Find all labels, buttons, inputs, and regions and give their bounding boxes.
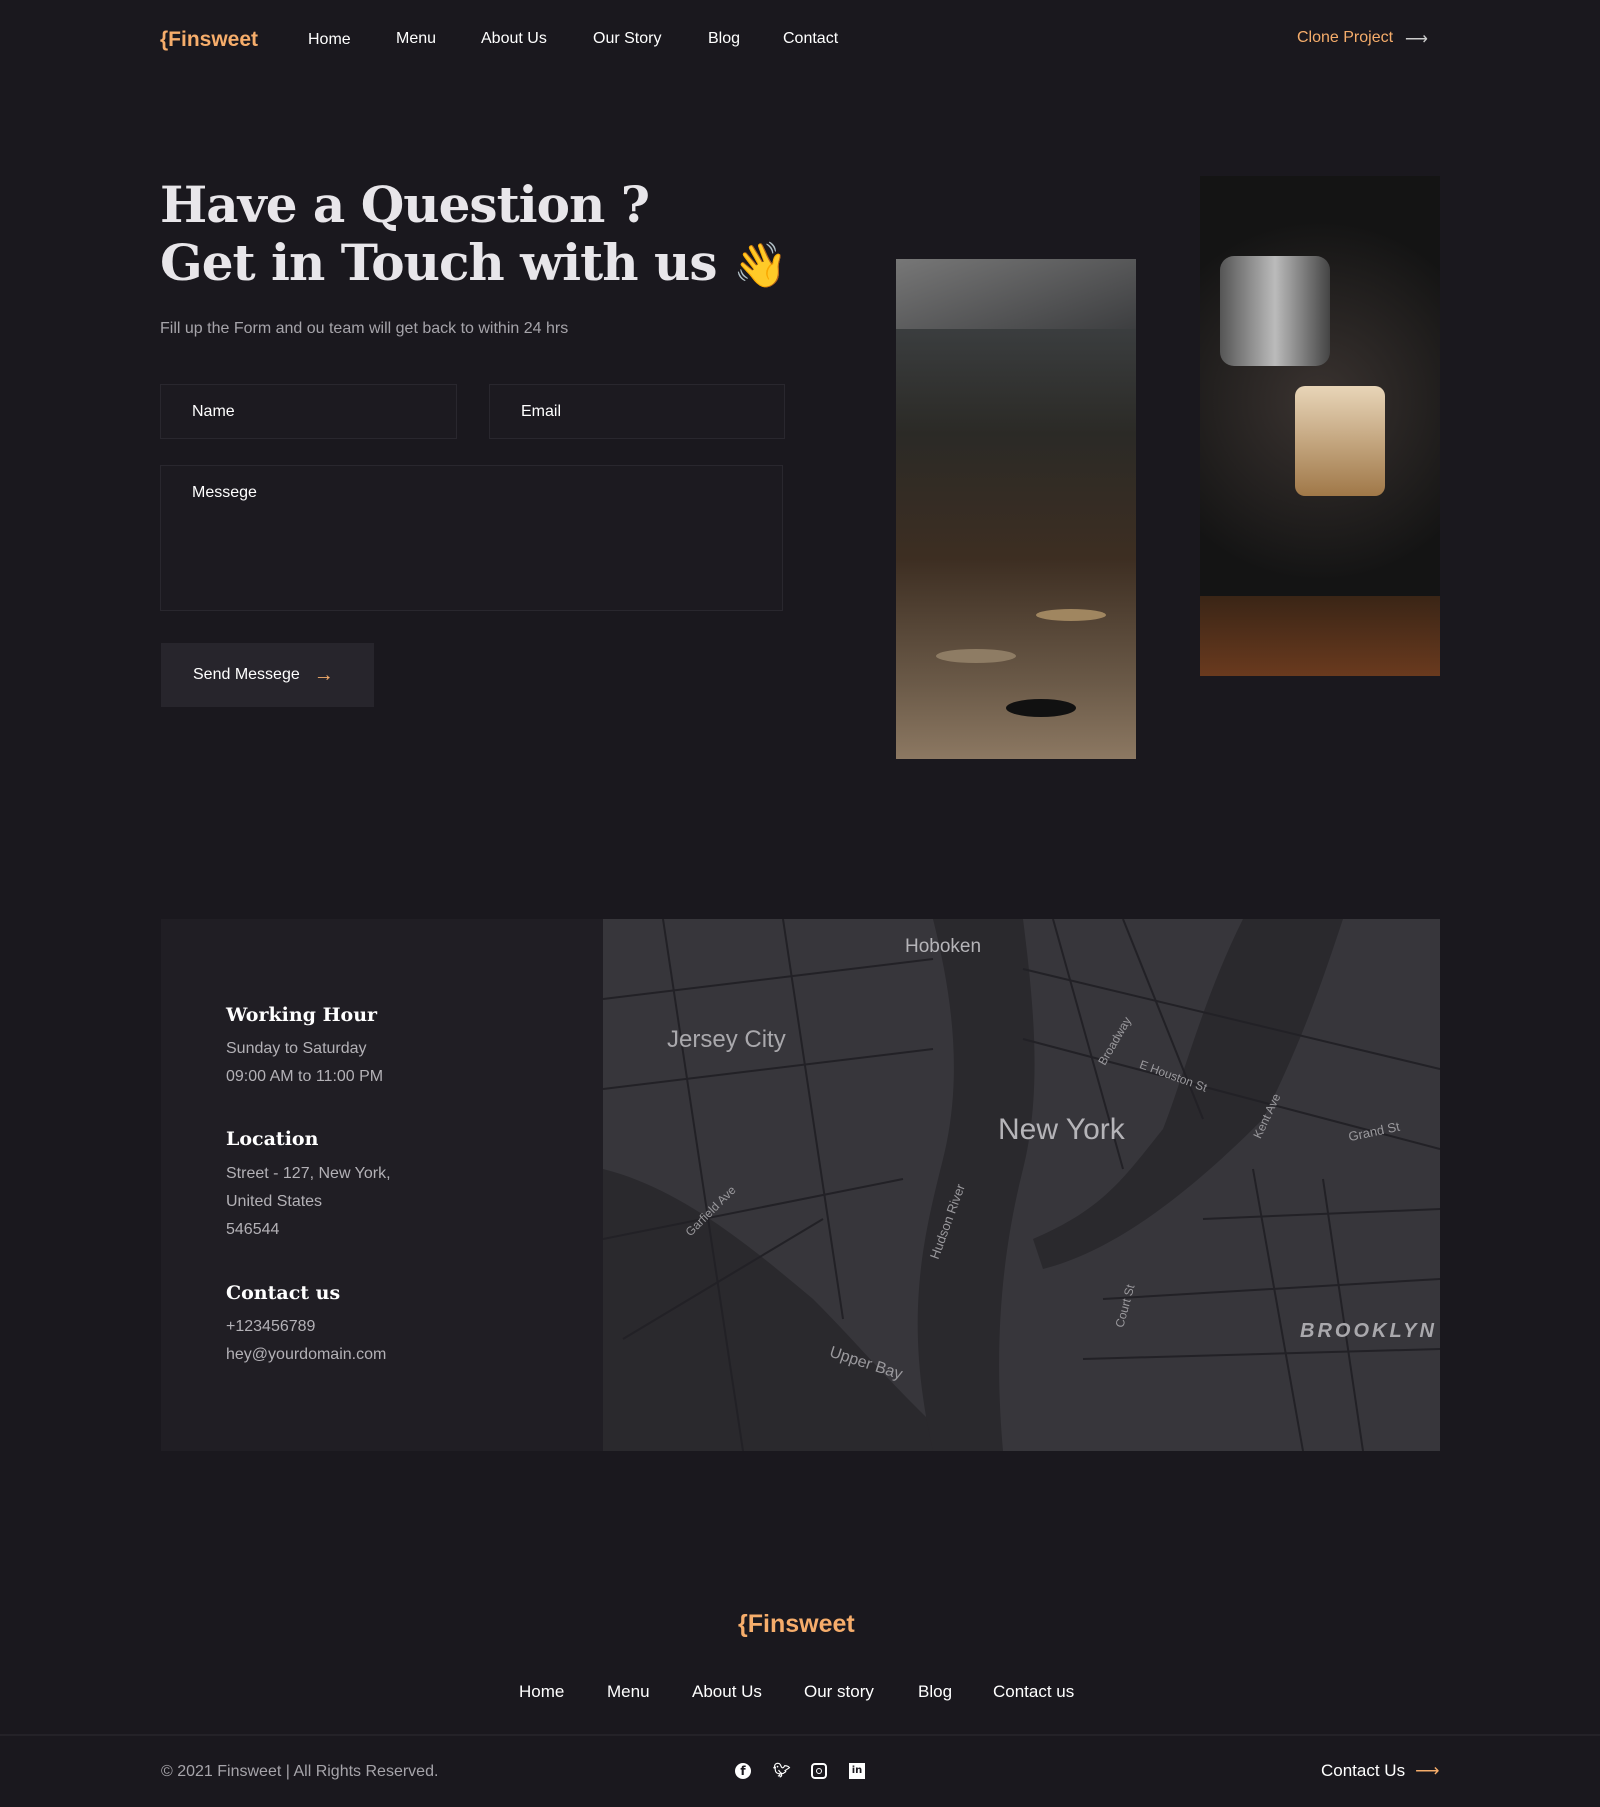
nav-about[interactable]: About Us xyxy=(481,30,547,48)
address-line2: United States xyxy=(226,1193,323,1210)
contact-info-panel: Working Hour Sunday to Saturday 09:00 AM… xyxy=(161,919,603,1451)
clone-project-link[interactable]: Clone Project ⟶ xyxy=(1297,29,1428,49)
address-line1: Street - 127, New York, xyxy=(226,1165,391,1182)
footer-contact[interactable]: Contact us xyxy=(993,1682,1074,1702)
title-line2: Get in Touch with us xyxy=(160,233,718,292)
footer-about[interactable]: About Us xyxy=(692,1682,762,1702)
working-hour-title: Working Hour xyxy=(226,1004,378,1026)
cafe-exterior-image xyxy=(896,259,1136,759)
send-label: Send Messege xyxy=(193,666,300,683)
footer-blog[interactable]: Blog xyxy=(918,1682,952,1702)
map[interactable]: Hoboken Jersey City New York BROOKLYN Up… xyxy=(603,919,1440,1451)
map-label-hoboken: Hoboken xyxy=(905,936,982,957)
page-title: Have a Question ? Get in Touch with us 👋 xyxy=(160,175,788,295)
logo[interactable]: {Finsweet xyxy=(160,28,258,52)
footer-logo[interactable]: {Finsweet xyxy=(738,1610,855,1639)
footer-contact-us-link[interactable]: Contact Us ⟶ xyxy=(1321,1761,1439,1781)
footer-home[interactable]: Home xyxy=(519,1682,564,1702)
latte-art-image xyxy=(1200,176,1440,676)
map-label-brooklyn: BROOKLYN xyxy=(1300,1320,1437,1342)
name-input[interactable]: Name xyxy=(160,384,457,439)
contact-us-label: Contact Us xyxy=(1321,1761,1406,1780)
twitter-icon[interactable]: 🐦︎ xyxy=(773,1763,791,1779)
nav-story[interactable]: Our Story xyxy=(593,30,661,48)
wave-emoji-icon: 👋 xyxy=(732,240,788,291)
nav-blog[interactable]: Blog xyxy=(708,30,740,48)
working-time: 09:00 AM to 11:00 PM xyxy=(226,1068,384,1085)
map-label-new-york: New York xyxy=(998,1113,1125,1146)
nav-contact[interactable]: Contact xyxy=(783,30,838,48)
copyright: © 2021 Finsweet | All Rights Reserved. xyxy=(161,1763,439,1780)
facebook-icon[interactable]: f xyxy=(735,1763,751,1779)
footer-menu[interactable]: Menu xyxy=(607,1682,650,1702)
linkedin-icon[interactable]: in xyxy=(849,1763,865,1779)
subtitle: Fill up the Form and ou team will get ba… xyxy=(160,320,569,337)
footer-divider xyxy=(0,1734,1600,1736)
arrow-right-icon: ⟶ xyxy=(1405,31,1428,48)
nav-menu[interactable]: Menu xyxy=(396,30,436,48)
send-message-button[interactable]: Send Messege → xyxy=(161,643,374,707)
email-input[interactable]: Email xyxy=(489,384,785,439)
nav-home[interactable]: Home xyxy=(308,31,351,49)
map-label-jersey-city: Jersey City xyxy=(667,1026,786,1053)
arrow-right-icon: ⟶ xyxy=(1415,1761,1440,1780)
title-line1: Have a Question ? xyxy=(160,175,650,234)
footer-story[interactable]: Our story xyxy=(804,1682,874,1702)
message-textarea[interactable]: Messege xyxy=(160,465,783,611)
contact-title: Contact us xyxy=(226,1282,341,1304)
email[interactable]: hey@yourdomain.com xyxy=(226,1341,386,1369)
working-days: Sunday to Saturday xyxy=(226,1040,367,1057)
instagram-icon[interactable] xyxy=(811,1763,827,1779)
clone-project-label: Clone Project xyxy=(1297,29,1394,46)
location-title: Location xyxy=(226,1128,319,1150)
phone[interactable]: +123456789 xyxy=(226,1313,315,1341)
arrow-right-icon: → xyxy=(313,663,334,686)
zip-code: 546544 xyxy=(226,1221,280,1238)
